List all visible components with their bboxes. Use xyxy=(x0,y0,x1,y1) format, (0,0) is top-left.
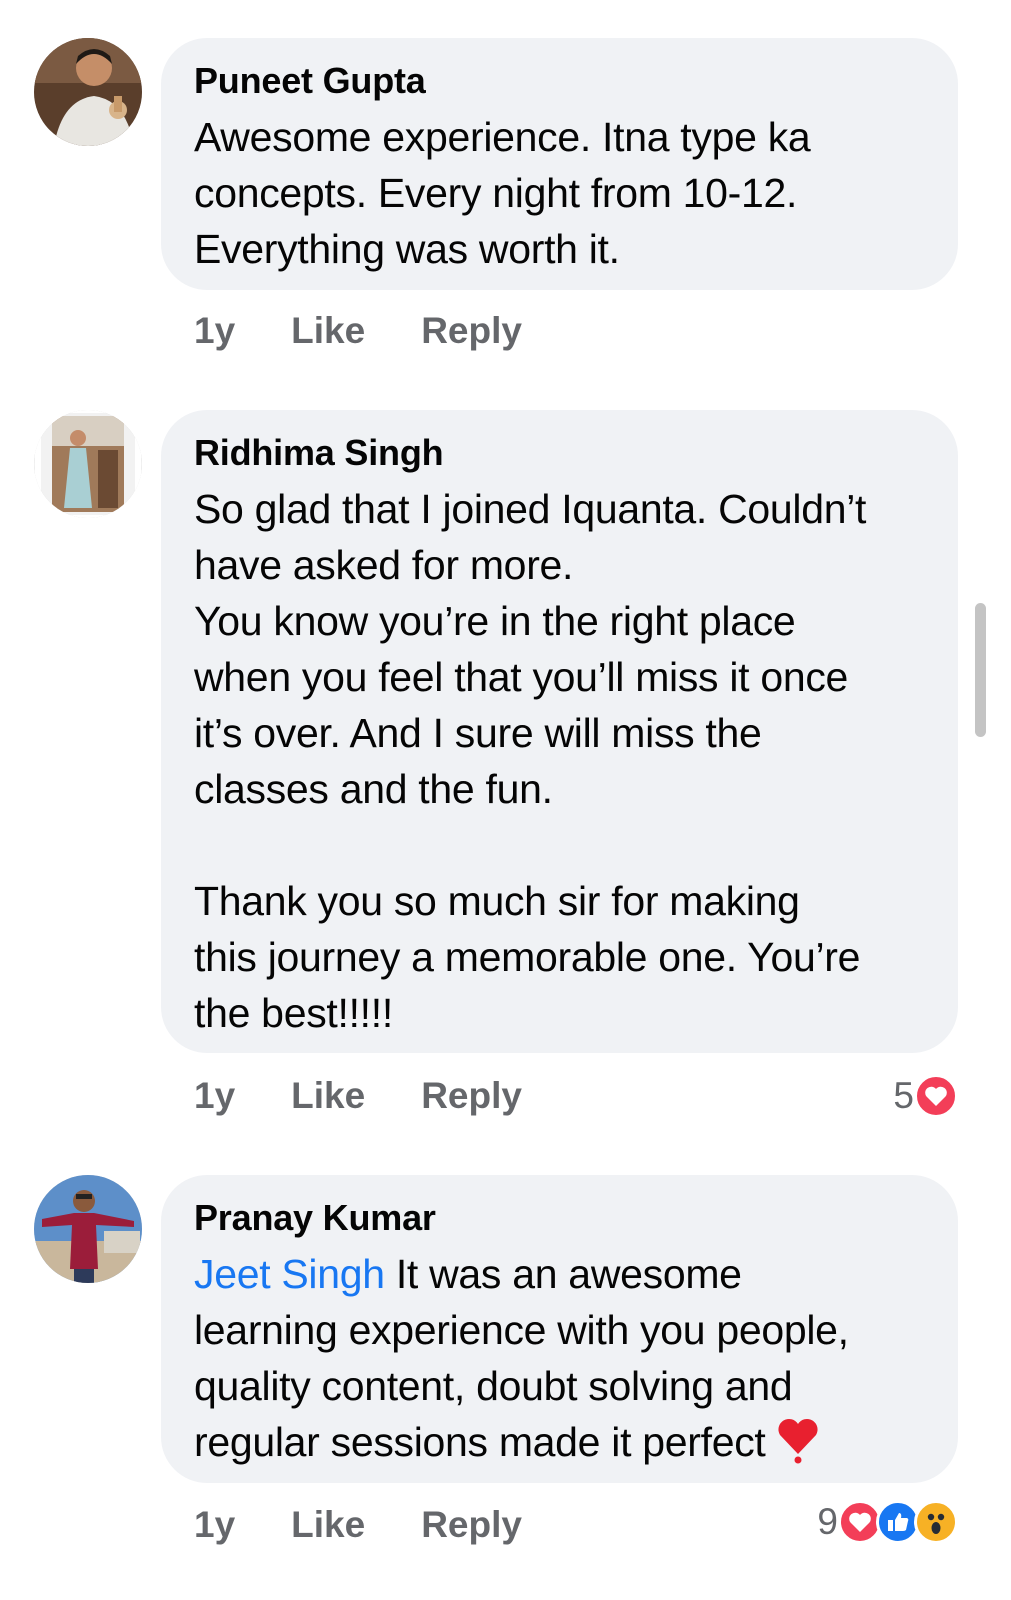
like-button[interactable]: Like xyxy=(291,1075,365,1117)
reaction-count: 9 xyxy=(817,1501,838,1542)
like-button[interactable]: Like xyxy=(291,310,365,352)
wow-reaction-icon xyxy=(914,1500,958,1544)
reaction-summary[interactable]: 9 xyxy=(817,1497,958,1547)
comment-text: So glad that I joined Iquanta. Couldn’t … xyxy=(194,486,867,1036)
comment-text: Awesome experience. Itna type ka concept… xyxy=(194,114,811,272)
comment-author[interactable]: Ridhima Singh xyxy=(194,432,924,474)
reply-button[interactable]: Reply xyxy=(421,1504,522,1546)
reply-button[interactable]: Reply xyxy=(421,310,522,352)
comment-actions: 1y Like Reply xyxy=(194,306,522,356)
comment-bubble: Ridhima Singh So glad that I joined Iqua… xyxy=(161,410,958,1053)
profile-photo-puneet xyxy=(34,38,142,146)
comment-bubble: Puneet Gupta Awesome experience. Itna ty… xyxy=(161,38,958,290)
comment-author[interactable]: Puneet Gupta xyxy=(194,60,924,102)
comment-actions: 1y Like Reply xyxy=(194,1500,522,1550)
profile-photo-pranay xyxy=(34,1175,142,1283)
mention-link[interactable]: Jeet Singh xyxy=(194,1251,385,1297)
comment-timestamp[interactable]: 1y xyxy=(194,1504,235,1546)
scrollbar[interactable] xyxy=(975,603,986,737)
avatar[interactable] xyxy=(34,1175,142,1283)
reaction-summary[interactable]: 5 xyxy=(893,1071,958,1121)
comment-author[interactable]: Pranay Kumar xyxy=(194,1197,924,1239)
profile-photo-ridhima xyxy=(34,410,142,518)
comment-bubble: Pranay Kumar Jeet Singh It was an awesom… xyxy=(161,1175,958,1483)
love-reaction-icon xyxy=(914,1074,958,1118)
comment-text: Jeet Singh It was an awesome learning ex… xyxy=(194,1246,924,1478)
avatar[interactable] xyxy=(34,410,142,518)
reaction-count: 5 xyxy=(893,1075,914,1116)
red-heart-emoji-icon xyxy=(776,1418,820,1478)
comment-actions: 1y Like Reply xyxy=(194,1071,522,1121)
reply-button[interactable]: Reply xyxy=(421,1075,522,1117)
avatar[interactable] xyxy=(34,38,142,146)
like-button[interactable]: Like xyxy=(291,1504,365,1546)
comment-timestamp[interactable]: 1y xyxy=(194,1075,235,1117)
comment-timestamp[interactable]: 1y xyxy=(194,310,235,352)
